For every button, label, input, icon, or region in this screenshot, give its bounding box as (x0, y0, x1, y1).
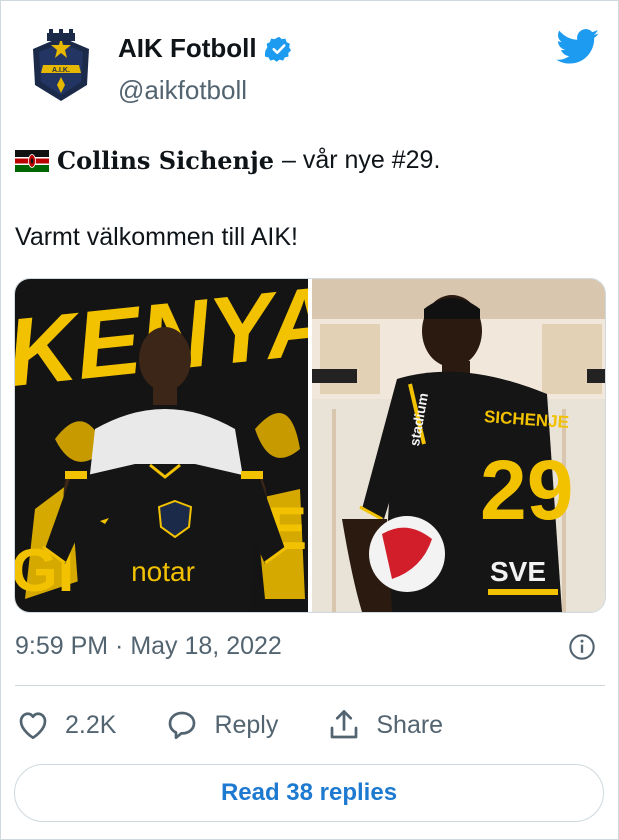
player-name: Collins Sichenje (57, 146, 274, 175)
divider (15, 685, 605, 686)
author-handle[interactable]: @aikfotboll (118, 75, 247, 106)
svg-text:A.I.K.: A.I.K. (52, 67, 70, 74)
tweet-text-line2: Varmt välkommen till AIK! (15, 223, 298, 251)
player-holding-shirt-image: KENYA GI E notar (15, 279, 308, 612)
tweet-text-line1: Collins Sichenje – vår nye #29. (15, 146, 440, 175)
heart-icon (19, 712, 47, 740)
photo-left[interactable]: KENYA GI E notar (15, 279, 308, 612)
tweet-card: A.I.K. AIK Fotboll @aikfotboll Collins S… (0, 0, 619, 840)
verified-badge-icon (264, 36, 291, 62)
share-button[interactable]: Share (326, 707, 443, 743)
share-label: Share (376, 710, 444, 739)
author-name-label: AIK Fotboll (118, 33, 257, 63)
like-count: 2.2K (65, 710, 117, 739)
shirt-sponsor-text: notar (131, 556, 195, 587)
twitter-logo-icon[interactable] (556, 29, 600, 65)
aik-crest-icon: A.I.K. (33, 29, 89, 101)
action-bar: 2.2K Reply Share (15, 701, 491, 749)
kenya-flag-icon (15, 149, 49, 172)
reply-bubble-icon (169, 711, 196, 740)
player-back-view-image: stadium SICHENJE 29 SVE (312, 279, 605, 612)
avatar[interactable]: A.I.K. (21, 27, 101, 107)
author-name[interactable]: AIK Fotboll (118, 33, 293, 64)
media-grid: KENYA GI E notar (14, 278, 606, 613)
reply-label: Reply (214, 710, 279, 739)
share-icon (331, 710, 358, 739)
tweet-line1-rest: – vår nye #29. (281, 146, 441, 174)
shirt-sponsor-fragment: SVE (490, 556, 546, 587)
reply-button[interactable]: Reply (164, 707, 278, 743)
photo-right[interactable]: stadium SICHENJE 29 SVE (312, 279, 605, 612)
info-icon[interactable] (568, 633, 596, 661)
like-button[interactable]: 2.2K (15, 707, 116, 743)
shirt-number-text: 29 (480, 443, 573, 537)
tweet-timestamp[interactable]: 9:59 PM · May 18, 2022 (15, 632, 282, 661)
read-replies-button[interactable]: Read 38 replies (14, 764, 604, 822)
